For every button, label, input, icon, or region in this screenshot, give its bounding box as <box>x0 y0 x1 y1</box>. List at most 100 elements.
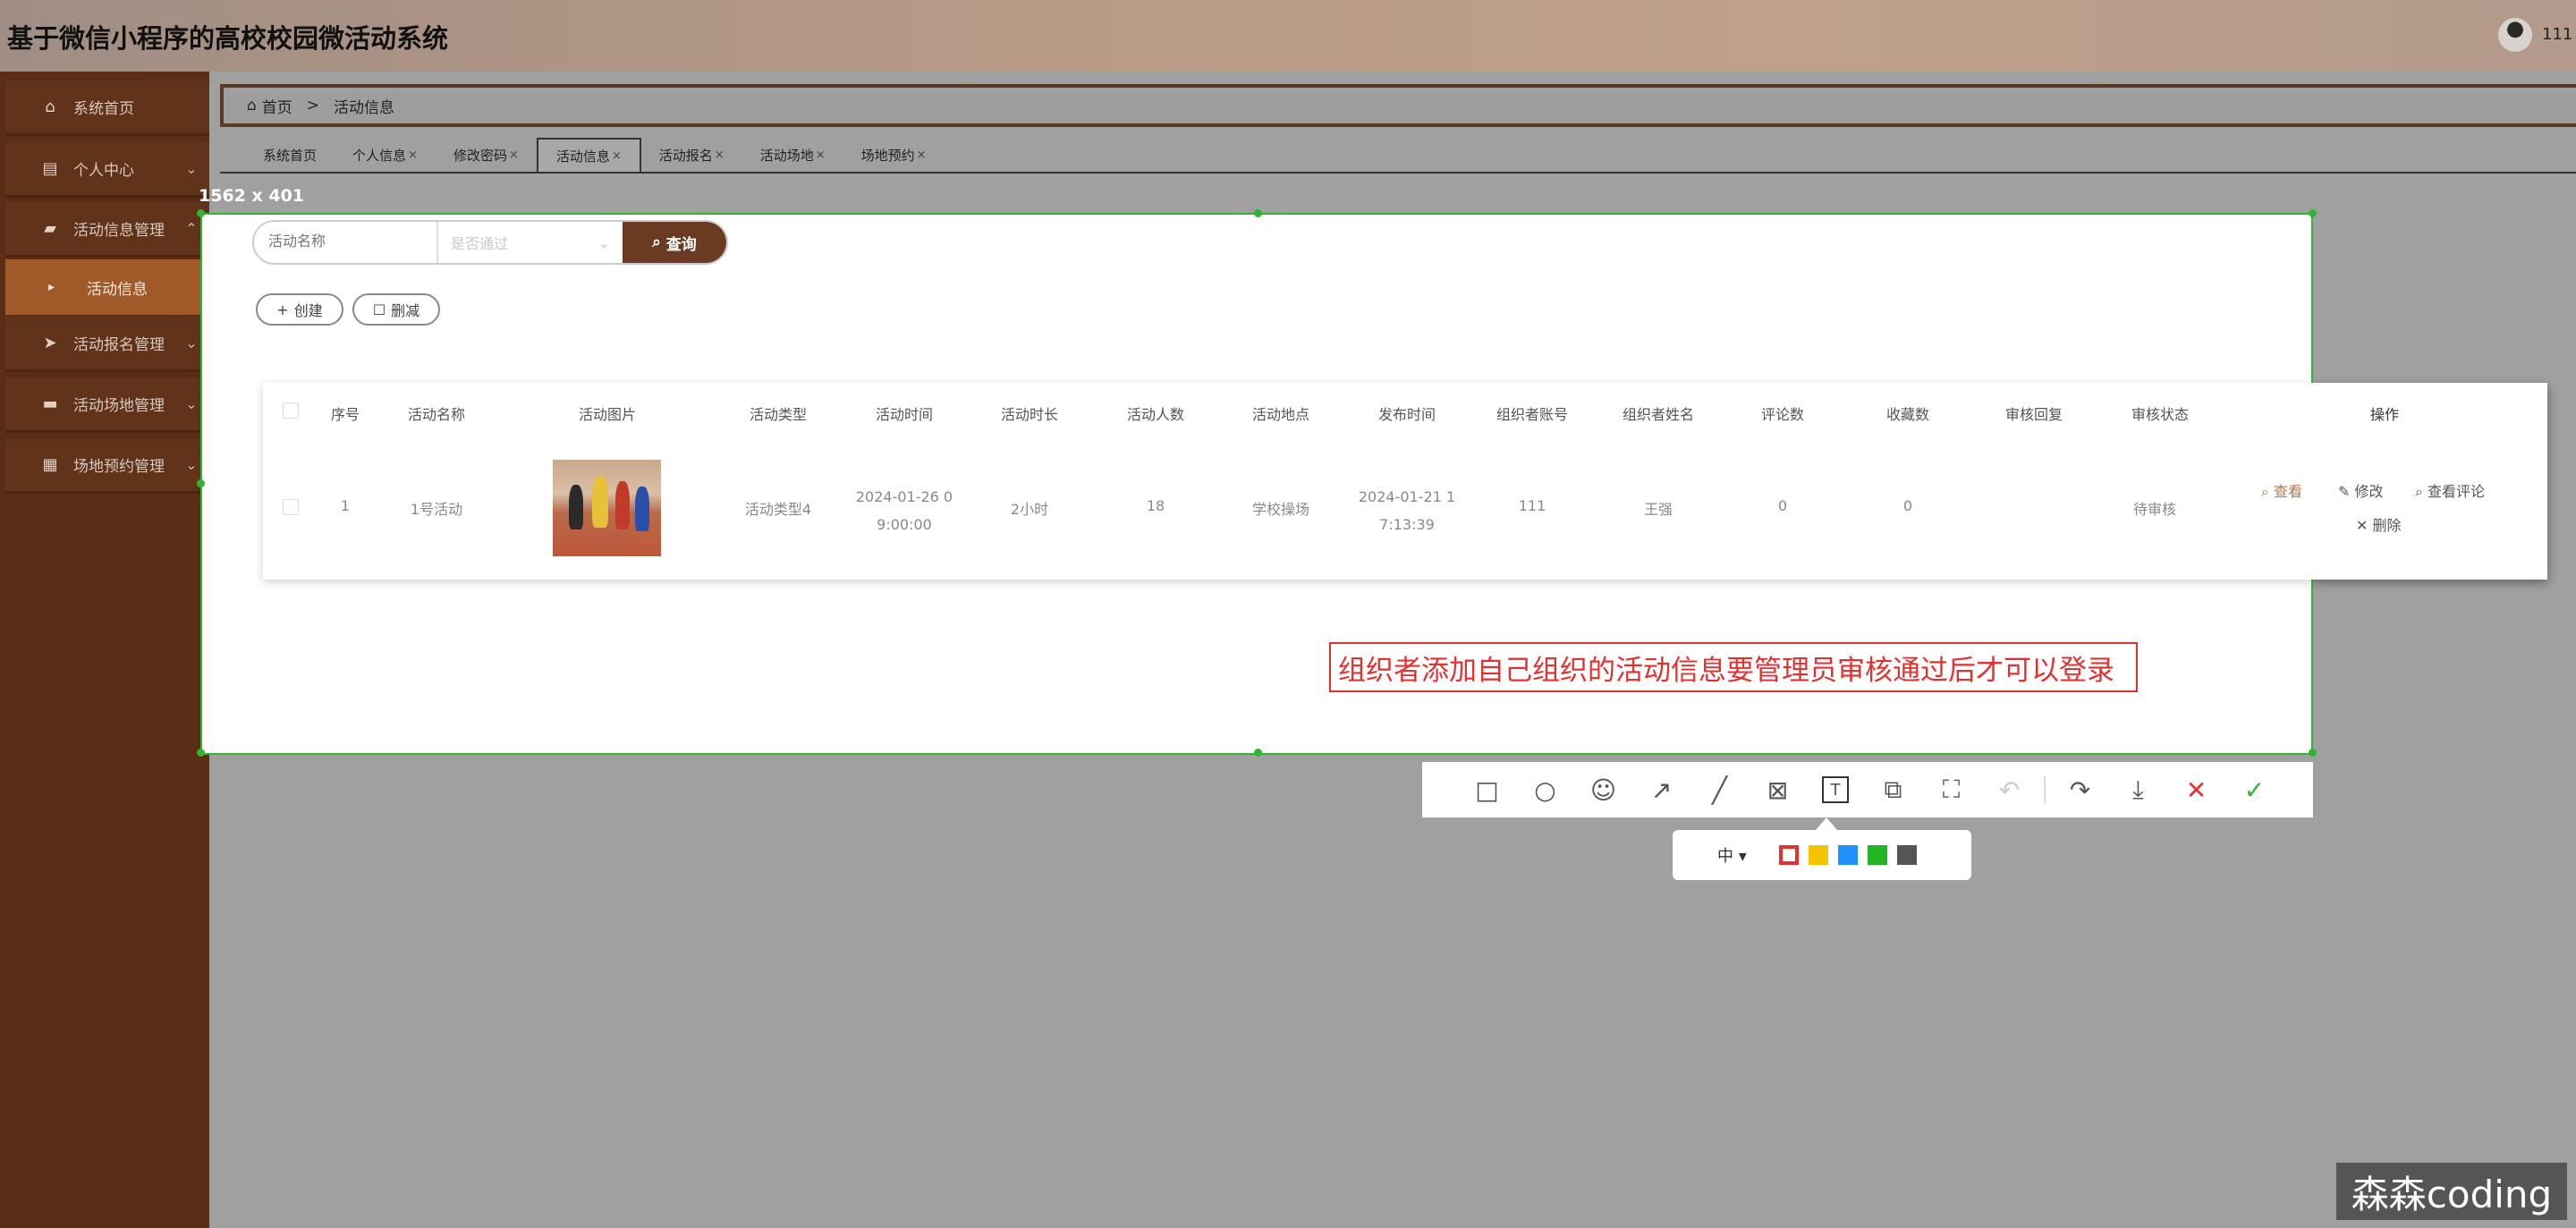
save-icon[interactable]: ⤓ <box>2109 762 2167 817</box>
delete-button[interactable]: ☐ 删减 <box>352 293 440 326</box>
cell-name: 1号活动 <box>410 501 463 518</box>
emoji-icon[interactable]: ☺ <box>1574 762 1632 817</box>
trash-icon: ☐ <box>372 301 386 318</box>
sidebar-subitem-label: 活动信息 <box>87 280 148 299</box>
tab-signup[interactable]: 活动报名 × <box>641 138 742 172</box>
send-icon: ➤ <box>43 334 57 352</box>
circle-icon[interactable]: ○ <box>1516 762 1574 817</box>
image-figure <box>569 485 583 529</box>
sidebar-item-venue[interactable]: ▬ 活动场地管理 ⌄ <box>5 377 209 433</box>
close-icon[interactable]: × <box>612 149 622 163</box>
view-comments-link[interactable]: ⌕ 查看评论 <box>2415 479 2485 501</box>
cell-comments: 0 <box>1777 497 1788 514</box>
tab-password[interactable]: 修改密码 × <box>436 138 537 172</box>
cell-favorites: 0 <box>1902 497 1913 514</box>
column-header: 活动图片 <box>578 406 637 423</box>
font-size-select[interactable]: 中 ▾ <box>1717 843 1747 867</box>
cell-time: 2024-01-26 0 9:00:00 <box>856 483 953 538</box>
close-icon[interactable]: ✕ <box>2167 762 2225 817</box>
tab-home[interactable]: 系统首页 <box>245 138 335 172</box>
activity-name-input[interactable] <box>254 222 438 263</box>
close-icon[interactable]: × <box>816 148 826 162</box>
view-link[interactable]: ⌕ 查看 <box>2261 479 2302 501</box>
resize-handle[interactable] <box>197 209 205 217</box>
select-all-checkbox[interactable] <box>283 402 299 419</box>
resize-handle[interactable] <box>2309 209 2317 217</box>
color-swatch-gray[interactable] <box>1896 845 1917 865</box>
tab-label: 活动报名 <box>658 147 713 164</box>
tab-label: 活动场地 <box>759 147 814 164</box>
column-header: 评论数 <box>1760 406 1805 423</box>
close-icon[interactable]: × <box>715 148 724 162</box>
status-select[interactable]: 是否通过 ⌄ <box>438 222 623 263</box>
selection-size-label: 1562 x 401 <box>199 186 305 206</box>
ocr-icon[interactable]: ⛶ <box>1922 762 1980 817</box>
user-name[interactable]: 111 <box>2542 25 2572 44</box>
tab-profile[interactable]: 个人信息 × <box>335 138 436 172</box>
column-header: 组织者姓名 <box>1622 406 1695 423</box>
rectangle-icon[interactable]: □ <box>1458 762 1516 817</box>
query-button-label: 查询 <box>665 235 697 254</box>
edit-link[interactable]: ✎ 修改 <box>2338 479 2384 501</box>
tab-venue[interactable]: 活动场地 × <box>742 138 843 172</box>
sidebar-item-signup[interactable]: ➤ 活动报名管理 ⌄ <box>5 317 209 372</box>
sidebar-item-personal[interactable]: ▤ 个人中心 ⌄ <box>5 142 209 198</box>
sidebar-item-activity-info[interactable]: ▰ 活动信息管理 ⌃ <box>5 202 209 258</box>
confirm-icon[interactable]: ✓ <box>2225 762 2284 817</box>
mosaic-icon[interactable]: ⊠ <box>1749 762 1807 817</box>
close-icon[interactable]: × <box>509 148 519 162</box>
copy-icon[interactable]: ⧉ <box>1864 762 1922 817</box>
breadcrumb-home[interactable]: 首页 <box>262 95 292 117</box>
arrow-icon[interactable]: ↗ <box>1632 762 1690 817</box>
color-swatch-yellow[interactable] <box>1808 845 1828 865</box>
home-icon: ⌂ <box>45 97 55 116</box>
sidebar-item-reservation[interactable]: ▦ 场地预约管理 ⌄ <box>5 438 209 494</box>
caret-right-icon: ▸ <box>48 280 55 294</box>
tab-reservation[interactable]: 场地预约 × <box>843 138 945 172</box>
query-button[interactable]: ⌕ 查询 <box>623 222 726 263</box>
create-button[interactable]: + 创建 <box>256 293 343 326</box>
sidebar-item-label: 活动场地管理 <box>73 397 165 415</box>
sidebar-item-label: 个人中心 <box>73 162 134 180</box>
sidebar-item-label: 场地预约管理 <box>73 458 165 476</box>
close-icon[interactable]: × <box>917 148 927 162</box>
row-checkbox[interactable] <box>283 499 299 515</box>
column-header: 发布时间 <box>1377 406 1436 423</box>
view-label: 查看 <box>2274 483 2303 500</box>
tab-label: 个人信息 <box>352 147 407 164</box>
cell-status: 待审核 <box>2132 501 2177 518</box>
resize-handle[interactable] <box>197 479 205 487</box>
color-swatch-green[interactable] <box>1867 845 1887 865</box>
resize-handle[interactable] <box>2309 749 2317 757</box>
tab-activity-info[interactable]: 活动信息 × <box>536 138 641 172</box>
redo-icon[interactable]: ↷ <box>2051 762 2109 817</box>
search-icon: ⌕ <box>652 233 661 251</box>
chevron-down-icon: ⌄ <box>597 233 610 251</box>
cell-people: 18 <box>1146 497 1165 514</box>
image-figure <box>615 481 630 529</box>
undo-icon[interactable]: ↶ <box>1980 762 2038 817</box>
color-swatch-blue[interactable] <box>1837 845 1858 865</box>
column-header: 操作 <box>2369 406 2400 423</box>
user-avatar[interactable] <box>2498 18 2532 52</box>
color-swatch-red[interactable] <box>1778 845 1799 865</box>
annotation-text-box[interactable]: 组织者添加自己组织的活动信息要管理员审核通过后才可以登录 <box>1329 642 2138 692</box>
column-header: 收藏数 <box>1885 406 1930 423</box>
delete-link[interactable]: ✕ 删除 <box>2356 513 2402 535</box>
line-icon[interactable]: ╱ <box>1690 762 1749 817</box>
close-icon[interactable]: × <box>408 148 418 162</box>
tab-label: 活动信息 <box>555 148 610 165</box>
breadcrumb-separator: > <box>306 97 320 114</box>
cell-organizer: 王强 <box>1643 501 1674 518</box>
resize-handle[interactable] <box>197 749 205 757</box>
activity-image[interactable] <box>553 460 661 556</box>
app-title: 基于微信小程序的高校校园微活动系统 <box>7 23 449 54</box>
text-icon[interactable]: T <box>1822 776 1849 803</box>
resize-handle[interactable] <box>1254 749 1262 757</box>
sidebar-item-home[interactable]: ⌂ 系统首页 <box>5 80 209 136</box>
resize-handle[interactable] <box>1254 209 1262 217</box>
watermark: 森森coding <box>2336 1163 2567 1220</box>
column-header: 活动地点 <box>1251 406 1310 423</box>
sidebar-subitem-activity-info[interactable]: ▸ 活动信息 <box>5 259 209 315</box>
toolbar-pointer <box>1816 817 1837 830</box>
